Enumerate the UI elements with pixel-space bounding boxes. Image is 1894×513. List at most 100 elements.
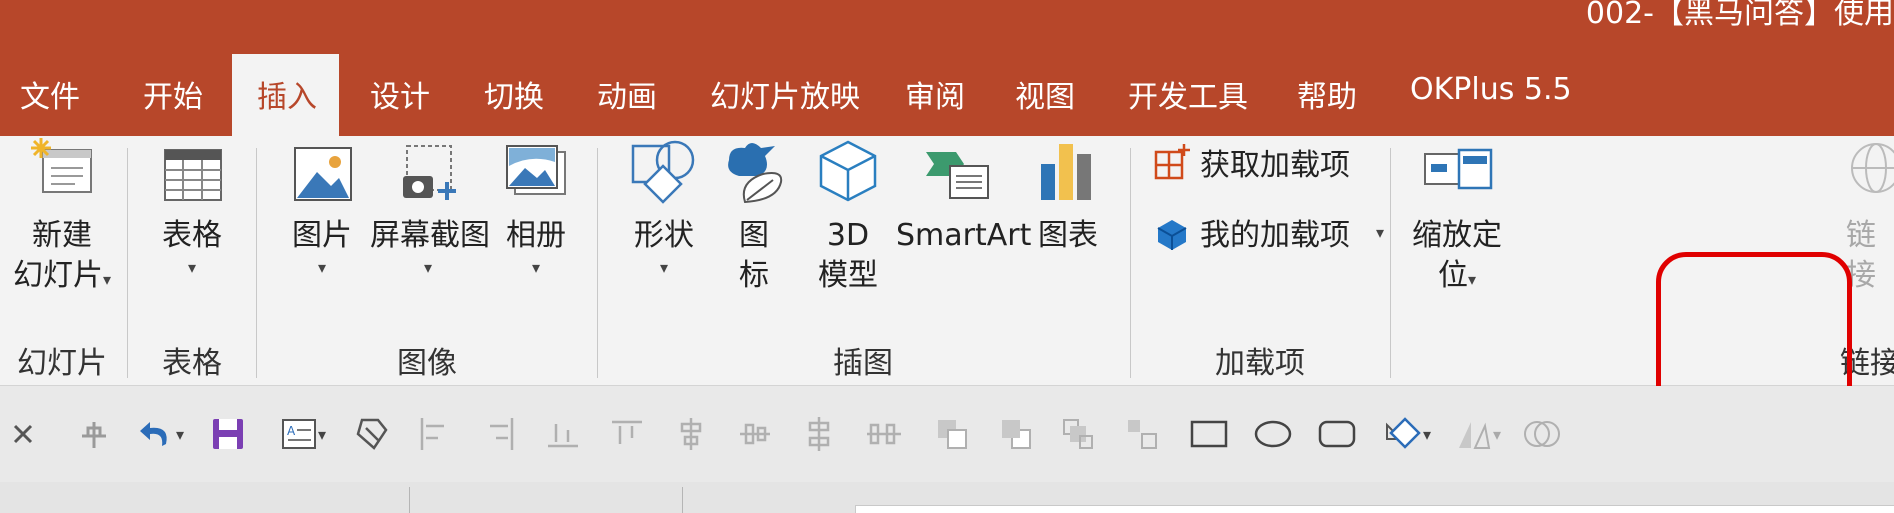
group-separator (1130, 148, 1131, 378)
tab-design[interactable]: 设计 (370, 54, 430, 136)
smartart-icon (926, 152, 989, 199)
new-slide-label-2: 幻灯片▾ (12, 258, 112, 293)
shape-edit-icon (1385, 417, 1421, 449)
icons-label-2: 标 (739, 258, 769, 293)
3d-model-button[interactable]: 3D 模型 (808, 136, 888, 296)
chevron-down-icon: ▾ (317, 258, 327, 277)
close-icon[interactable] (8, 410, 38, 458)
group-label-illustrations: 插图 (833, 346, 893, 381)
3d-model-icon (819, 140, 877, 202)
send-backward-icon (996, 410, 1036, 458)
new-slide-button[interactable]: 新建 幻灯片▾ (2, 136, 122, 300)
icons-icon (728, 143, 783, 204)
zoom-label-2: 位▾ (1437, 258, 1477, 293)
table-label: 表格 (162, 218, 222, 253)
link-label-1: 链 (1846, 218, 1876, 253)
title-bar: 002-【黑马问答】使用 文件 开始 插入 设计 切换 动画 幻灯片放映 审阅 … (0, 0, 1894, 136)
chevron-down-icon: ▾ (659, 258, 669, 277)
screenshot-icon (403, 145, 456, 200)
group-separator (127, 148, 128, 378)
shape-edit-button[interactable]: ▾ (1374, 410, 1440, 458)
table-button[interactable]: 表格 ▾ (150, 136, 234, 280)
quick-access-toolbar: ▾ A ▾ ▾ ▾ (0, 386, 1894, 482)
align-middle-icon (738, 410, 772, 458)
shapes-label: 形状 (634, 218, 694, 253)
3d-model-label-1: 3D (826, 218, 870, 253)
document-title: 002-【黑马问答】使用 (1585, 0, 1894, 28)
bring-to-front-icon (1058, 410, 1098, 458)
svg-text:A: A (287, 424, 296, 438)
icons-button[interactable]: 图 标 (718, 136, 790, 296)
group-separator (256, 148, 257, 378)
text-box-button[interactable]: A ▾ (270, 410, 336, 458)
pin-icon[interactable] (74, 410, 114, 458)
tab-slideshow[interactable]: 幻灯片放映 (710, 54, 860, 136)
smartart-button[interactable]: SmartArt (896, 136, 1031, 256)
chevron-down-icon[interactable]: ▾ (1376, 223, 1384, 242)
picture-label: 图片 (292, 218, 352, 253)
distribute-vertical-icon (802, 410, 836, 458)
chevron-down-icon: ▾ (423, 258, 433, 277)
zoom-icon (1424, 148, 1493, 190)
oval-shape-icon[interactable] (1250, 410, 1296, 458)
group-label-slides: 幻灯片 (17, 346, 107, 381)
my-addins-icon (1157, 220, 1187, 250)
align-center-icon (674, 410, 708, 458)
new-slide-icon (31, 138, 92, 193)
group-label-images: 图像 (397, 346, 457, 381)
align-right-icon (484, 410, 518, 458)
tab-review[interactable]: 审阅 (905, 54, 965, 136)
align-top-icon (610, 410, 644, 458)
pane-divider (682, 487, 683, 513)
album-label: 相册 (506, 218, 566, 253)
tab-view[interactable]: 视图 (1015, 54, 1075, 136)
tab-home[interactable]: 开始 (143, 54, 203, 136)
rectangle-shape-icon[interactable] (1186, 410, 1232, 458)
tab-help[interactable]: 帮助 (1297, 54, 1357, 136)
tab-okplus[interactable]: OKPlus 5.5 (1410, 54, 1572, 136)
screenshot-label: 屏幕截图 (370, 218, 490, 253)
tab-transitions[interactable]: 切换 (484, 54, 544, 136)
chevron-down-icon: ▾ (187, 258, 197, 277)
link-icon (1851, 143, 1894, 193)
group-label-addins: 加载项 (1215, 346, 1305, 381)
screenshot-button[interactable]: 屏幕截图 ▾ (370, 136, 490, 280)
chart-button[interactable]: 图表 (1032, 136, 1104, 256)
tab-file[interactable]: 文件 (20, 54, 80, 136)
get-addins-button[interactable]: 获取加载项 (1152, 140, 1350, 184)
undo-icon (139, 422, 167, 446)
icons-label-1: 图 (739, 218, 769, 253)
tab-developer[interactable]: 开发工具 (1128, 54, 1248, 136)
store-icon (1154, 144, 1190, 180)
picture-icon (294, 147, 352, 201)
send-to-back-icon (1122, 410, 1162, 458)
album-button[interactable]: 相册 ▾ (496, 136, 576, 280)
text-box-icon: A (281, 419, 316, 449)
bring-forward-icon (932, 410, 972, 458)
format-painter-icon[interactable] (352, 410, 392, 458)
my-addins-button[interactable]: 我的加载项 ▾ (1152, 210, 1384, 254)
tab-insert[interactable]: 插入 (232, 54, 339, 136)
slide-canvas[interactable] (855, 505, 1894, 513)
chart-label: 图表 (1038, 218, 1098, 253)
group-label-table: 表格 (162, 346, 222, 381)
picture-button[interactable]: 图片 ▾ (284, 136, 360, 280)
rounded-rectangle-icon[interactable] (1314, 410, 1360, 458)
group-separator (1390, 148, 1391, 378)
align-bottom-icon (546, 410, 580, 458)
shape-effects-button: ▾ (1444, 410, 1510, 458)
align-left-icon (416, 410, 450, 458)
3d-model-label-2: 模型 (818, 258, 878, 293)
shapes-button[interactable]: 形状 ▾ (624, 136, 704, 280)
tab-animations[interactable]: 动画 (597, 54, 657, 136)
get-addins-label: 获取加载项 (1200, 148, 1350, 183)
album-icon (506, 145, 566, 195)
save-icon[interactable] (208, 410, 248, 458)
distribute-horizontal-icon (864, 410, 904, 458)
new-slide-label-1: 新建 (32, 218, 92, 253)
undo-button[interactable]: ▾ (128, 410, 192, 458)
my-addins-label: 我的加载项 (1200, 218, 1350, 253)
zoom-button[interactable]: 缩放定 位▾ (1402, 136, 1512, 300)
chart-icon (1041, 144, 1091, 200)
chevron-down-icon: ▾ (531, 258, 541, 277)
